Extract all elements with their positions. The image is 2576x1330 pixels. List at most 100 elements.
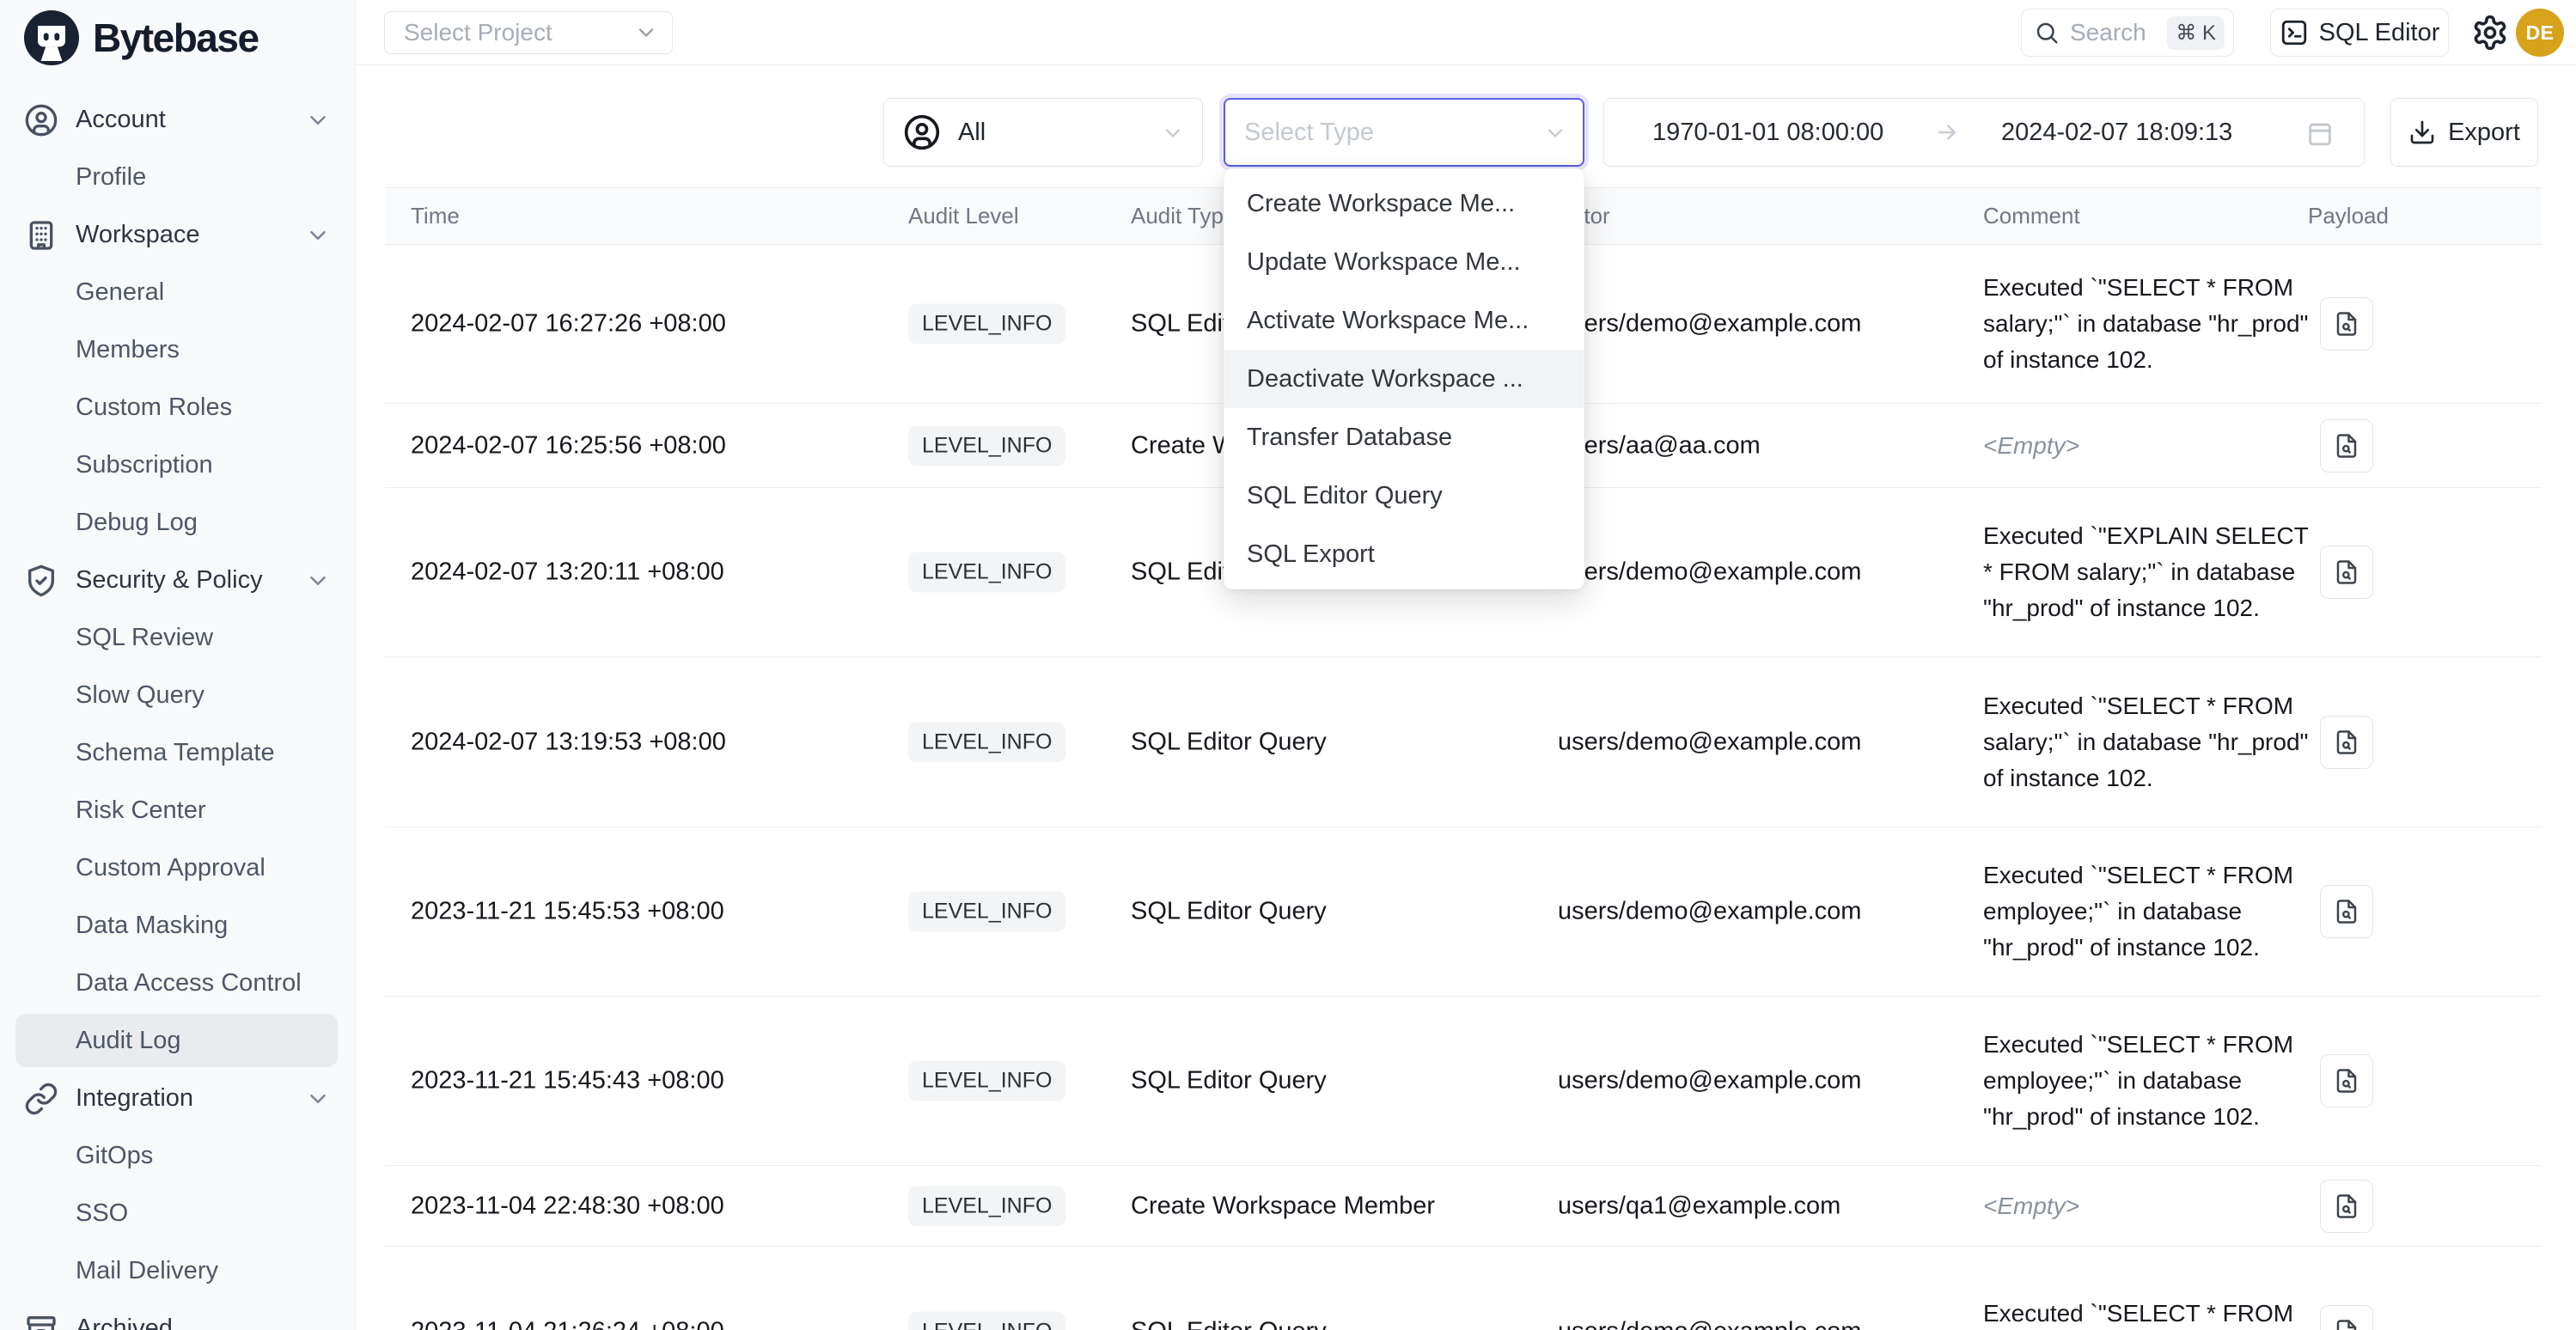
sidebar-item-label: SQL Review — [76, 609, 213, 667]
type-menu-option[interactable]: Deactivate Workspace ... — [1224, 350, 1584, 408]
payload-view-button[interactable] — [2320, 1180, 2373, 1233]
file-search-icon — [2334, 433, 2359, 459]
sql-editor-label: SQL Editor — [2319, 19, 2440, 47]
cell-payload — [2320, 297, 2373, 351]
type-menu-option[interactable]: Create Workspace Me... — [1224, 174, 1584, 233]
sidebar-item-debug-log[interactable]: Debug Log — [0, 494, 355, 552]
cell-comment: Executed `"EXPLAIN SELECT * FROM salary;… — [1983, 518, 2310, 626]
payload-view-button[interactable] — [2320, 546, 2373, 599]
payload-view-button[interactable] — [2320, 1305, 2373, 1330]
chevron-down-icon — [1543, 121, 1567, 145]
sidebar-item-sso[interactable]: SSO — [0, 1185, 355, 1242]
logo-text: Bytebase — [93, 15, 259, 61]
type-filter-select[interactable]: Select Type — [1224, 98, 1584, 167]
type-menu-option[interactable]: SQL Export — [1224, 525, 1584, 583]
sidebar-group-archived[interactable]: Archived — [0, 1300, 355, 1330]
audit-level-badge: LEVEL_INFO — [908, 722, 1065, 762]
payload-view-button[interactable] — [2320, 297, 2373, 351]
chevron-down-icon — [305, 107, 331, 133]
sidebar-item-slow-query[interactable]: Slow Query — [0, 667, 355, 724]
type-menu-option[interactable]: Activate Workspace Me... — [1224, 291, 1584, 350]
sidebar-item-sql-review[interactable]: SQL Review — [0, 609, 355, 667]
column-header-audit-type: Audit Type — [1131, 188, 1236, 244]
audit-level-badge: LEVEL_INFO — [908, 1061, 1065, 1101]
payload-view-button[interactable] — [2320, 1054, 2373, 1107]
sidebar-item-members[interactable]: Members — [0, 321, 355, 379]
date-to-value[interactable]: 2024-02-07 18:09:13 — [2001, 99, 2232, 166]
sidebar-group-workspace[interactable]: Workspace — [0, 206, 355, 264]
sidebar-item-label: Data Access Control — [76, 955, 302, 1012]
audit-level-badge: LEVEL_INFO — [908, 1311, 1065, 1330]
cell-payload — [2320, 885, 2373, 938]
project-select[interactable]: Select Project — [384, 11, 673, 54]
sidebar-item-audit-log[interactable]: Audit Log — [0, 1012, 355, 1070]
sidebar-item-data-masking[interactable]: Data Masking — [0, 897, 355, 955]
bytebase-logo[interactable]: Bytebase — [24, 10, 259, 65]
file-search-icon — [2334, 559, 2359, 585]
sidebar-group-label: Archived — [76, 1300, 173, 1330]
table-row: 2023-11-04 22:48:30 +08:00 LEVEL_INFO Cr… — [385, 1166, 2542, 1247]
sidebar-group-label: Integration — [76, 1070, 193, 1127]
cell-time: 2023-11-04 21:26:24 +08:00 — [411, 1317, 724, 1330]
sidebar-item-label: Mail Delivery — [76, 1242, 218, 1300]
actor-filter-value: All — [958, 99, 986, 166]
type-menu-option[interactable]: Transfer Database — [1224, 408, 1584, 467]
export-button[interactable]: Export — [2390, 98, 2538, 167]
sidebar-item-data-access-control[interactable]: Data Access Control — [0, 955, 355, 1012]
audit-level-badge: LEVEL_INFO — [908, 892, 1065, 932]
column-header-time: Time — [411, 188, 460, 244]
actor-filter-select[interactable]: All — [883, 98, 1203, 167]
sidebar-group-label: Security & Policy — [76, 552, 263, 609]
file-search-icon — [2334, 1193, 2359, 1219]
cell-audit-level: LEVEL_INFO — [908, 1311, 1065, 1330]
sidebar-item-custom-roles[interactable]: Custom Roles — [0, 379, 355, 436]
type-menu-option[interactable]: SQL Editor Query — [1224, 467, 1584, 525]
sidebar-group-integration[interactable]: Integration — [0, 1070, 355, 1127]
sidebar-item-mail-delivery[interactable]: Mail Delivery — [0, 1242, 355, 1300]
chevron-down-icon — [1161, 121, 1185, 145]
cell-time: 2024-02-07 13:20:11 +08:00 — [411, 558, 724, 587]
cell-audit-level: LEVEL_INFO — [908, 552, 1065, 593]
sidebar-group-account[interactable]: Account — [0, 91, 355, 149]
sidebar-item-label: Members — [76, 321, 180, 379]
payload-view-button[interactable] — [2320, 716, 2373, 769]
cell-actor: users/demo@example.com — [1558, 898, 1861, 926]
calendar-icon[interactable] — [2305, 119, 2335, 148]
date-from-value[interactable]: 1970-01-01 08:00:00 — [1652, 99, 1883, 166]
payload-view-button[interactable] — [2320, 419, 2373, 473]
audit-level-badge: LEVEL_INFO — [908, 552, 1065, 593]
sidebar-item-label: Debug Log — [76, 494, 198, 552]
sidebar-item-general[interactable]: General — [0, 264, 355, 321]
audit-log-page: All Select Type 1970-01-01 08:00:00 2024… — [356, 66, 2576, 1330]
date-range-picker[interactable]: 1970-01-01 08:00:00 2024-02-07 18:09:13 — [1603, 98, 2365, 167]
cell-time: 2024-02-07 13:19:53 +08:00 — [411, 728, 726, 756]
cell-comment: Executed `"SELECT * FROM salary;"` in da… — [1983, 688, 2310, 796]
settings-gear-icon[interactable] — [2471, 14, 2509, 52]
sidebar-item-schema-template[interactable]: Schema Template — [0, 724, 355, 782]
sql-editor-button[interactable]: SQL Editor — [2270, 9, 2449, 57]
export-label: Export — [2448, 119, 2520, 147]
cell-actor: users/demo@example.com — [1558, 728, 1861, 756]
sidebar-item-label: SSO — [76, 1185, 128, 1242]
sidebar-group-security-policy[interactable]: Security & Policy — [0, 552, 355, 609]
search-placeholder: Search — [2070, 19, 2146, 46]
table-row: 2023-11-21 15:45:53 +08:00 LEVEL_INFO SQ… — [385, 827, 2542, 997]
user-avatar[interactable]: DE — [2516, 9, 2564, 57]
building-icon — [24, 218, 58, 253]
sidebar-item-risk-center[interactable]: Risk Center — [0, 782, 355, 839]
chevron-down-icon — [305, 1086, 331, 1112]
sidebar-item-subscription[interactable]: Subscription — [0, 436, 355, 494]
sidebar-item-gitops[interactable]: GitOps — [0, 1127, 355, 1185]
sidebar-item-custom-approval[interactable]: Custom Approval — [0, 839, 355, 897]
cell-payload — [2320, 1054, 2373, 1107]
search-input[interactable]: Search ⌘ K — [2021, 9, 2234, 57]
payload-view-button[interactable] — [2320, 885, 2373, 938]
audit-level-badge: LEVEL_INFO — [908, 304, 1065, 345]
user-circle-icon — [24, 103, 58, 137]
sidebar-item-profile[interactable]: Profile — [0, 149, 355, 206]
audit-level-badge: LEVEL_INFO — [908, 425, 1065, 466]
file-search-icon — [2334, 729, 2359, 755]
type-menu-option[interactable]: Update Workspace Me... — [1224, 233, 1584, 291]
sidebar-item-label: Schema Template — [76, 724, 275, 782]
table-row: 2023-11-21 15:45:43 +08:00 LEVEL_INFO SQ… — [385, 997, 2542, 1166]
